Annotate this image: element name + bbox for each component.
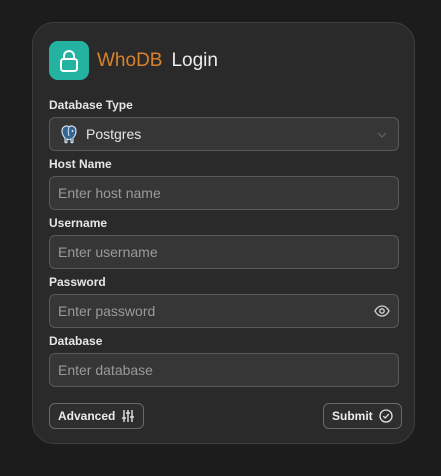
page-title: Login bbox=[171, 49, 218, 71]
password-field-wrapper bbox=[49, 294, 399, 328]
password-label: Password bbox=[49, 275, 106, 289]
submit-button[interactable]: Submit bbox=[323, 403, 402, 429]
database-field-wrapper bbox=[49, 353, 399, 387]
advanced-button[interactable]: Advanced bbox=[49, 403, 145, 429]
database-input[interactable] bbox=[50, 354, 398, 386]
host-name-label: Host Name bbox=[49, 157, 112, 171]
host-name-field-wrapper bbox=[49, 176, 399, 210]
database-label: Database bbox=[49, 334, 103, 348]
database-type-value: Postgres bbox=[86, 126, 142, 142]
database-type-select[interactable]: Postgres bbox=[49, 117, 399, 151]
username-field-wrapper bbox=[49, 235, 399, 269]
host-name-input[interactable] bbox=[50, 177, 398, 209]
login-card: WhoDB Login Database Type Postgres Host … bbox=[32, 22, 415, 444]
chevron-down-icon bbox=[376, 128, 388, 146]
sliders-icon bbox=[122, 410, 135, 422]
password-input[interactable] bbox=[50, 295, 398, 327]
check-circle-icon bbox=[379, 409, 393, 423]
advanced-button-label: Advanced bbox=[58, 409, 116, 423]
submit-button-label: Submit bbox=[332, 409, 373, 423]
login-header: WhoDB Login bbox=[49, 41, 218, 80]
brand-name: WhoDB bbox=[97, 49, 163, 71]
eye-icon[interactable] bbox=[374, 304, 390, 323]
lock-icon bbox=[49, 41, 89, 80]
postgres-elephant-icon bbox=[58, 123, 80, 145]
username-label: Username bbox=[49, 216, 108, 230]
database-type-label: Database Type bbox=[49, 98, 133, 112]
username-input[interactable] bbox=[50, 236, 398, 268]
